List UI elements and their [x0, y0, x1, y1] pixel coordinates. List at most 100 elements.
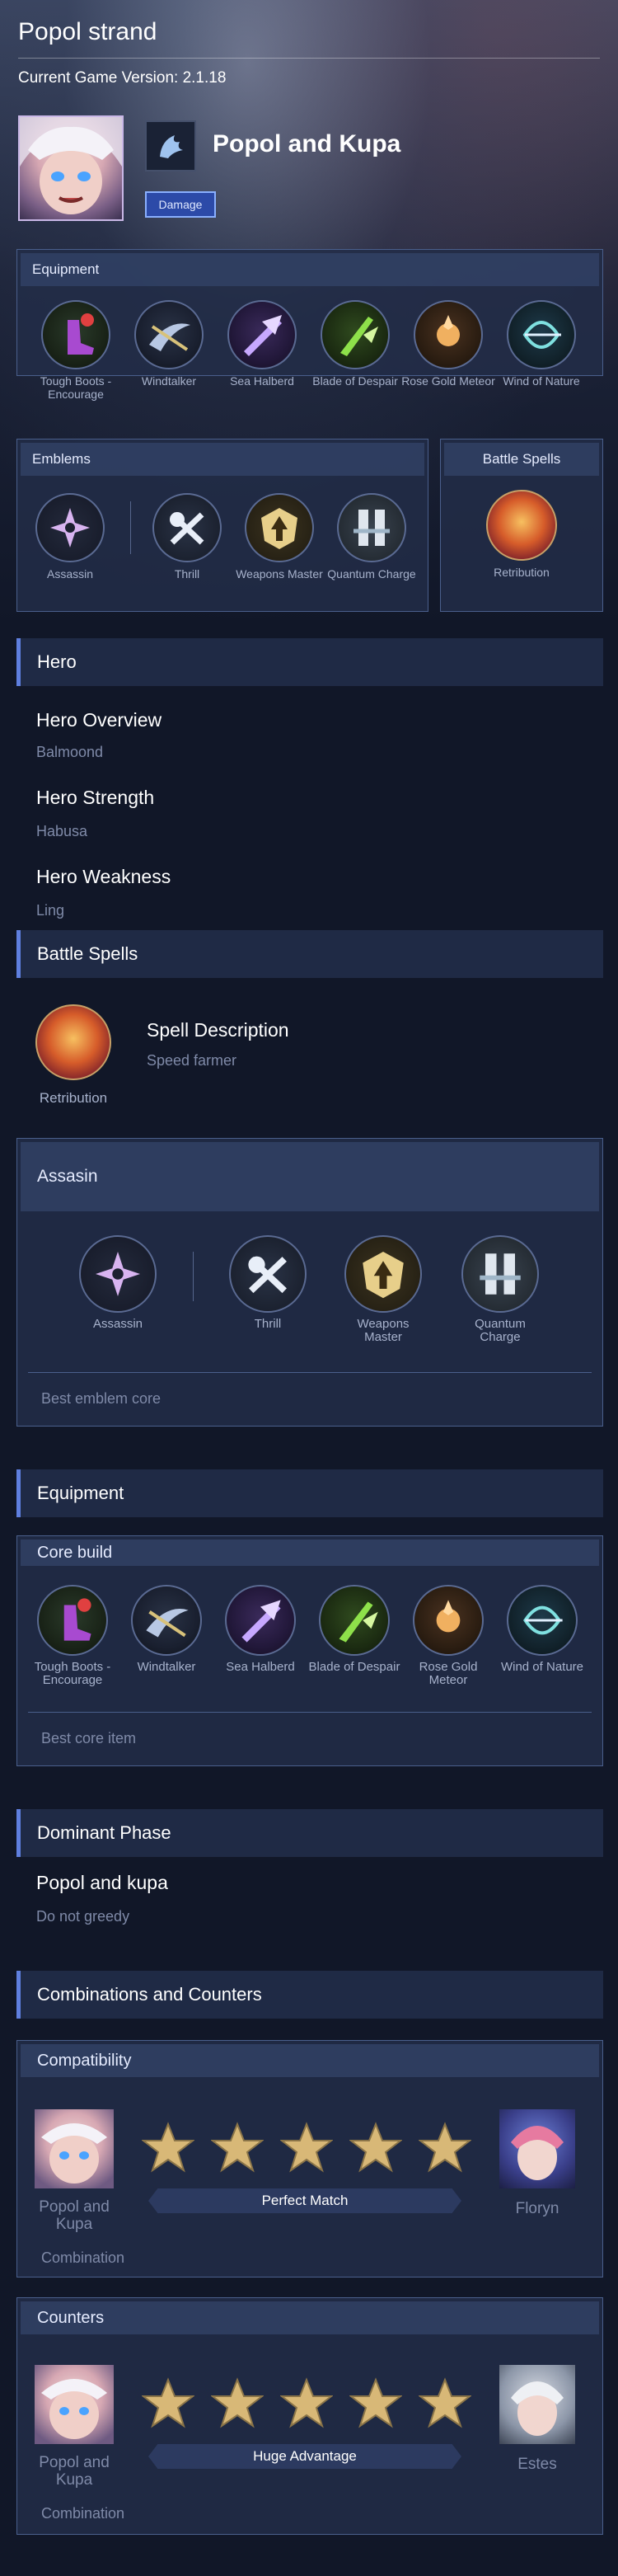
emblem-assassin-icon: [35, 493, 105, 562]
core-build-rule: [28, 1712, 592, 1713]
equip-sea-halberd-icon: [227, 300, 297, 369]
emblem-thrill-label: Thrill: [174, 567, 200, 581]
emblem-assassin[interactable]: Assassin: [25, 493, 115, 581]
rating-star-icon: [141, 2121, 195, 2174]
equip-tough-boots-encourage-icon: [41, 300, 110, 369]
retribution-icon: [486, 490, 557, 561]
assassin-emblem-divider: [193, 1252, 194, 1301]
title-divider: [18, 58, 600, 59]
right-hero-avatar[interactable]: [499, 2109, 575, 2188]
dominant-phase-header: Dominant Phase: [16, 1809, 603, 1857]
assassin-panel-footer: Best emblem core: [41, 1390, 162, 1407]
combination-label: Combination: [41, 2505, 125, 2522]
core-item-tough-boots-encourage[interactable]: Tough Boots - Encourage: [25, 1585, 120, 1687]
core-item-blade-of-despair-label: Blade of Despair: [308, 1660, 400, 1674]
spell-label: Retribution: [494, 566, 550, 579]
emblem-weapons-master-icon: [245, 493, 314, 562]
equip-rose-gold-meteor-icon: [414, 300, 483, 369]
hero-overview-value: Balmoond: [36, 744, 104, 760]
core-item-blade-of-despair[interactable]: Blade of Despair: [307, 1585, 402, 1674]
match-ribbon: Perfect Match: [148, 2188, 461, 2213]
battle-spell-retribution[interactable]: Retribution: [28, 1004, 119, 1105]
assassin-panel-rule: [28, 1372, 592, 1373]
core-item-windtalker-icon: [131, 1585, 202, 1656]
rating-star-icon: [418, 2376, 472, 2429]
equipment-panel-title: Equipment: [21, 253, 599, 286]
role-badge[interactable]: Damage: [145, 191, 216, 218]
equip-wind-of-nature-icon: [507, 300, 576, 369]
equip-wind-of-nature[interactable]: Wind of Nature: [494, 300, 589, 388]
assassin-emblem-quantum-charge-icon: [461, 1235, 539, 1313]
hero-name: Popol and Kupa: [213, 130, 401, 157]
assassin-emblem-assassin[interactable]: Assassin: [73, 1235, 163, 1331]
right-hero-avatar[interactable]: [499, 2365, 575, 2444]
assassin-emblem-thrill-label: Thrill: [254, 1317, 282, 1331]
assassin-emblem-quantum-charge-label: Quantum Charge: [475, 1317, 526, 1344]
emblem-assassin-label: Assassin: [46, 567, 94, 581]
rating-star-icon: [349, 2376, 403, 2429]
rating-star-icon: [141, 2376, 195, 2429]
rating-star-icon: [210, 2376, 265, 2429]
left-hero-avatar[interactable]: [35, 2365, 114, 2444]
emblem-quantum-charge-icon: [337, 493, 406, 562]
counters-title: Counters: [21, 2301, 599, 2334]
rating-star-icon: [279, 2121, 334, 2174]
spell-retribution[interactable]: Retribution: [476, 490, 567, 579]
battle-spells-panel-title: Battle Spells: [444, 443, 599, 476]
equipment-section-header: Equipment: [16, 1469, 603, 1517]
equip-sea-halberd[interactable]: Sea Halberd: [214, 300, 310, 388]
emblem-divider: [130, 501, 131, 554]
emblems-panel-title: Emblems: [21, 443, 424, 476]
core-item-rose-gold-meteor-icon: [413, 1585, 484, 1656]
core-item-windtalker[interactable]: Windtalker: [119, 1585, 214, 1674]
battle-spells-section-header: Battle Spells: [16, 930, 603, 978]
core-item-rose-gold-meteor[interactable]: Rose Gold Meteor: [400, 1585, 496, 1687]
equip-sea-halberd-label: Sea Halberd: [230, 374, 294, 388]
equip-blade-of-despair-label: Blade of Despair: [312, 374, 398, 388]
combos-header: Combinations and Counters: [16, 1971, 603, 2019]
rating-star-icon: [210, 2121, 265, 2174]
core-item-sea-halberd-icon: [225, 1585, 296, 1656]
equip-wind-of-nature-label: Wind of Nature: [503, 374, 580, 388]
assassin-emblem-thrill-icon: [229, 1235, 307, 1313]
assassin-emblem-weapons-master-label: Weapons Master: [357, 1317, 410, 1344]
assassin-emblem-thrill[interactable]: Thrill: [222, 1235, 313, 1331]
equip-rose-gold-meteor-label: Rose Gold Meteor: [401, 374, 495, 388]
left-hero-name: Popol and Kupa: [39, 2198, 110, 2233]
hero-portrait: [18, 115, 124, 221]
equip-rose-gold-meteor[interactable]: Rose Gold Meteor: [400, 300, 496, 388]
hero-weakness-title: Hero Weakness: [36, 866, 171, 887]
hero-overview-title: Hero Overview: [36, 709, 162, 731]
equip-windtalker[interactable]: Windtalker: [121, 300, 217, 388]
rating-star-icon: [418, 2121, 472, 2174]
emblem-weapons-master[interactable]: Weapons Master: [234, 493, 325, 581]
left-hero-name: Popol and Kupa: [39, 2454, 110, 2489]
core-item-wind-of-nature[interactable]: Wind of Nature: [494, 1585, 590, 1674]
core-item-rose-gold-meteor-label: Rose Gold Meteor: [419, 1660, 478, 1687]
core-item-wind-of-nature-label: Wind of Nature: [500, 1660, 584, 1674]
emblem-thrill-icon: [152, 493, 222, 562]
core-build-title: Core build: [21, 1539, 599, 1566]
game-version: Current Game Version: 2.1.18: [18, 69, 227, 87]
spell-description-title: Spell Description: [147, 1019, 289, 1041]
page-title: Popol strand: [18, 18, 157, 45]
assassin-emblem-quantum-charge[interactable]: Quantum Charge: [455, 1235, 545, 1344]
emblem-quantum-charge[interactable]: Quantum Charge: [326, 493, 417, 581]
assassin-emblem-weapons-master[interactable]: Weapons Master: [338, 1235, 428, 1344]
core-item-tough-boots-encourage-icon: [37, 1585, 108, 1656]
equip-blade-of-despair[interactable]: Blade of Despair: [307, 300, 403, 388]
emblem-weapons-master-label: Weapons Master: [236, 567, 323, 581]
right-hero-name: Floryn: [515, 2200, 559, 2217]
dominant-phase-text: Do not greedy: [36, 1908, 130, 1925]
hero-strength-value: Habusa: [36, 823, 88, 839]
emblem-quantum-charge-label: Quantum Charge: [327, 567, 416, 581]
emblem-thrill[interactable]: Thrill: [142, 493, 232, 581]
match-ribbon: Huge Advantage: [148, 2444, 461, 2469]
core-item-windtalker-label: Windtalker: [137, 1660, 196, 1674]
core-item-sea-halberd[interactable]: Sea Halberd: [213, 1585, 308, 1674]
equip-tough-boots-encourage[interactable]: Tough Boots - Encourage: [28, 300, 124, 401]
combination-label: Combination: [41, 2249, 125, 2266]
assassin-emblem-assassin-icon: [79, 1235, 157, 1313]
left-hero-avatar[interactable]: [35, 2109, 114, 2188]
dominant-phase-heading: Popol and kupa: [36, 1872, 168, 1893]
